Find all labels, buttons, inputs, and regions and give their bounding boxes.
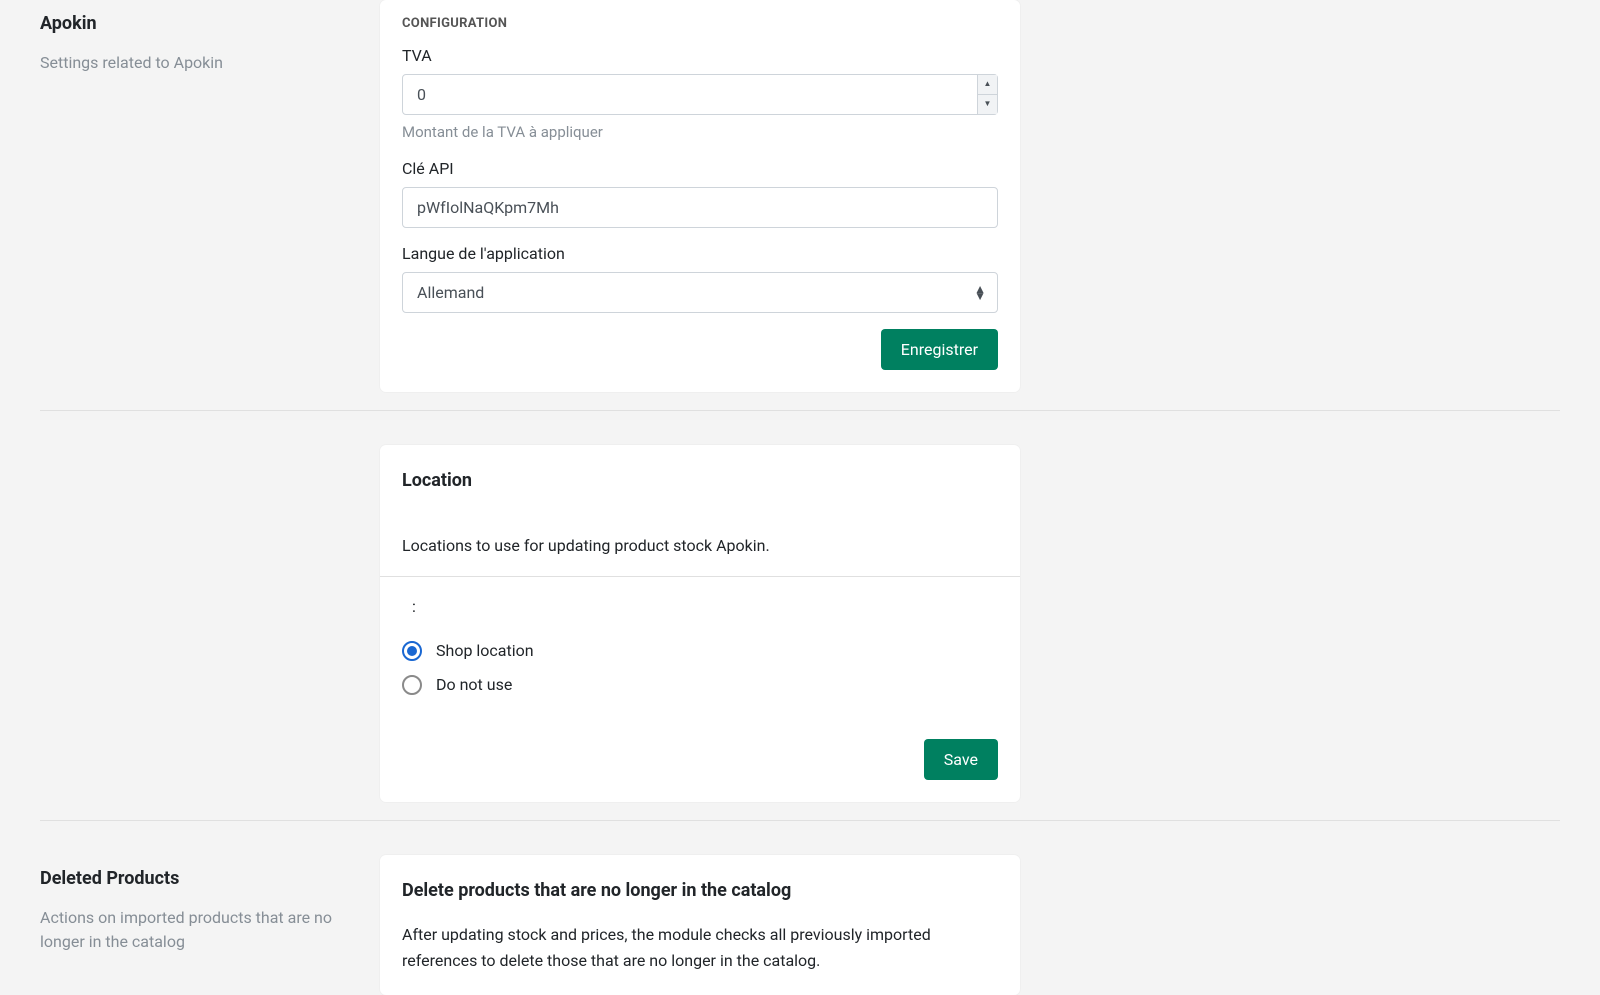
deleted-body-text: After updating stock and prices, the mod… [402,922,998,973]
language-field: Langue de l'application Allemand ▲▼ [402,242,998,313]
location-card-title: Location [402,467,998,494]
section-apokin: Apokin Settings related to Apokin CONFIG… [40,0,1560,411]
spinner-down-icon[interactable]: ▼ [978,95,997,114]
language-label: Langue de l'application [402,242,998,266]
tva-spinner: ▲ ▼ [977,75,997,114]
section-description: Settings related to Apokin [40,51,360,75]
tva-help: Montant de la TVA à appliquer [402,121,998,144]
save-button[interactable]: Enregistrer [881,329,998,370]
tva-input[interactable] [402,74,998,115]
radio-label: Do not use [436,673,512,697]
tva-field: TVA ▲ ▼ Montant de la TVA à appliquer [402,44,998,144]
section-location: Location Locations to use for updating p… [40,411,1560,821]
location-card: Location Locations to use for updating p… [380,445,1020,802]
spinner-up-icon[interactable]: ▲ [978,75,997,95]
radio-shop-location[interactable]: Shop location [402,639,998,663]
section-title: Apokin [40,10,360,37]
section-title: Deleted Products [40,865,360,892]
section-description: Actions on imported products that are no… [40,906,360,954]
api-key-input[interactable] [402,187,998,228]
deleted-products-card: Delete products that are no longer in th… [380,855,1020,995]
save-button[interactable]: Save [924,739,998,780]
radio-icon [402,675,422,695]
location-name-colon: : [402,595,998,619]
config-card: CONFIGURATION TVA ▲ ▼ Montant de la TVA … [380,0,1020,392]
radio-icon [402,641,422,661]
radio-label: Shop location [436,639,534,663]
location-intro: Locations to use for updating product st… [380,524,1020,576]
section-deleted-sidebar: Deleted Products Actions on imported pro… [40,855,380,995]
api-key-label: Clé API [402,157,998,181]
section-deleted-products: Deleted Products Actions on imported pro… [40,821,1560,995]
language-select[interactable]: Allemand [402,272,998,313]
api-key-field: Clé API [402,157,998,228]
section-location-sidebar [40,445,380,802]
section-apokin-sidebar: Apokin Settings related to Apokin [40,0,380,392]
config-section-label: CONFIGURATION [402,14,998,34]
radio-do-not-use[interactable]: Do not use [402,673,998,697]
tva-label: TVA [402,44,998,68]
